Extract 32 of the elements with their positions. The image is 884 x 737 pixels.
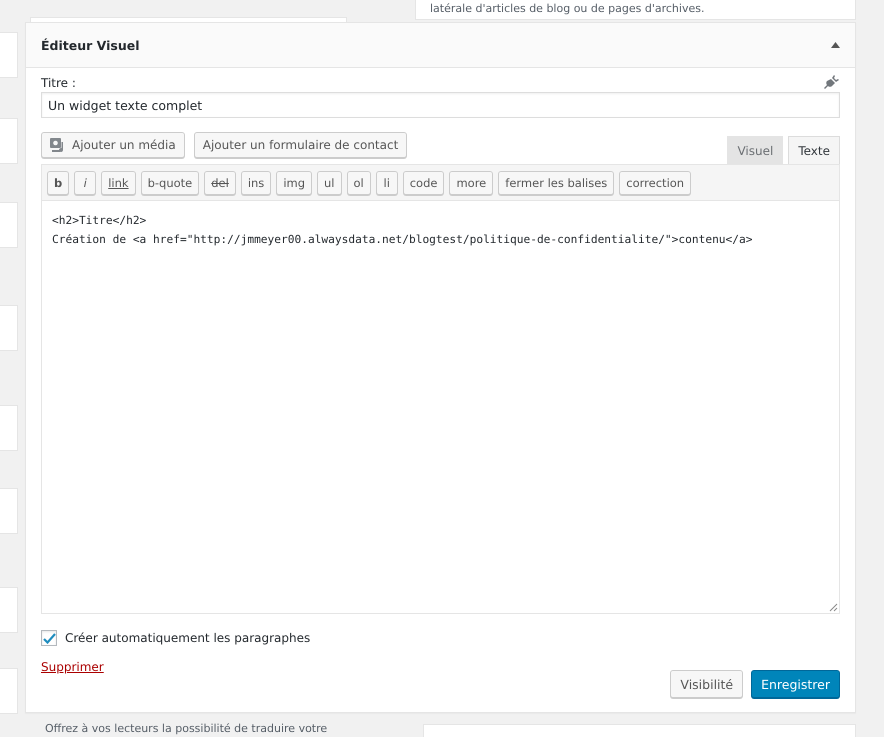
delete-link[interactable]: Supprimer bbox=[41, 660, 104, 674]
format-button[interactable]: b bbox=[47, 171, 70, 195]
format-button[interactable]: link bbox=[101, 171, 136, 195]
add-form-button[interactable]: Ajouter un formulaire de contact bbox=[194, 132, 408, 158]
format-button[interactable]: ul bbox=[317, 171, 342, 195]
widget-title: Éditeur Visuel bbox=[41, 38, 140, 52]
resize-grip-icon[interactable] bbox=[829, 603, 838, 612]
add-media-button[interactable]: Ajouter un média bbox=[41, 132, 185, 158]
format-button[interactable]: del bbox=[204, 171, 236, 195]
text-editor-field[interactable]: <h2>Titre</h2> Création de <a href="http://jmmeyer00.alwaysdata.net/blogtest/politique-de-confidentialite/">contenu</a> bbox=[42, 201, 839, 613]
format-button[interactable]: fermer les balises bbox=[498, 171, 614, 195]
format-button[interactable]: li bbox=[376, 171, 398, 195]
editor-tab[interactable]: Texte bbox=[788, 136, 840, 164]
format-button[interactable]: img bbox=[276, 171, 312, 195]
format-button[interactable]: ol bbox=[346, 171, 371, 195]
format-button[interactable]: code bbox=[402, 171, 444, 195]
plug-icon[interactable] bbox=[824, 74, 840, 90]
widget-description: Offrez à vos lecteurs la possibilité de traduire votre bbox=[45, 722, 328, 735]
visibility-button[interactable]: Visibilité bbox=[670, 670, 744, 698]
format-button[interactable]: more bbox=[449, 171, 494, 195]
editor-tab[interactable]: Visuel bbox=[727, 136, 784, 164]
checkbox[interactable] bbox=[41, 630, 57, 646]
checkbox-label: Créer automatiquement les paragraphes bbox=[65, 631, 310, 645]
title-label: Titre : bbox=[41, 76, 76, 90]
format-button[interactable]: ins bbox=[240, 171, 272, 195]
save-button[interactable]: Enregistrer bbox=[751, 670, 840, 698]
format-button[interactable]: correction bbox=[619, 171, 692, 195]
widget-description: latérale d'articles de blog ou de pages d'archives. bbox=[430, 2, 704, 15]
collapse-arrow-icon[interactable] bbox=[831, 42, 840, 48]
title-input-field[interactable]: Un widget texte complet bbox=[41, 92, 840, 118]
format-button[interactable]: b-quote bbox=[140, 171, 200, 195]
format-button[interactable]: i bbox=[74, 171, 96, 195]
